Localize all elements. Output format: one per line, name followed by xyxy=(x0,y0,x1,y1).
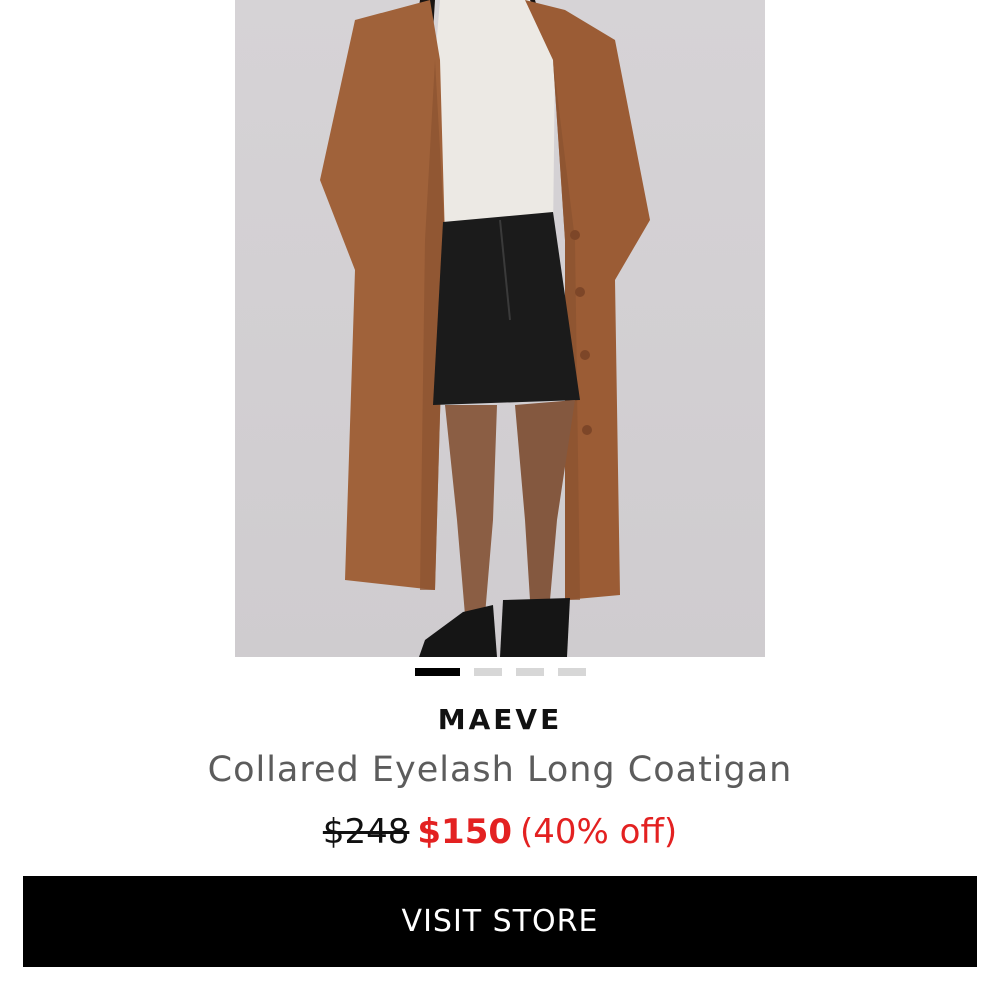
original-price: $248 xyxy=(322,812,410,852)
carousel-dot[interactable] xyxy=(473,668,502,676)
carousel-dot-active[interactable] xyxy=(414,668,460,676)
visit-store-button[interactable]: VISIT STORE xyxy=(23,876,977,967)
carousel-dot[interactable] xyxy=(515,668,544,676)
model-illustration xyxy=(320,0,650,657)
product-title: Collared Eyelash Long Coatigan xyxy=(207,750,793,790)
carousel-dot[interactable] xyxy=(557,668,586,676)
sale-price: $150 xyxy=(417,812,513,852)
brand-name: MAEVE xyxy=(437,703,563,736)
product-image[interactable] xyxy=(235,0,765,657)
discount-label: (40% off) xyxy=(520,812,678,852)
price-row: $248 $150 (40% off) xyxy=(0,812,1000,852)
product-card: MAEVE Collared Eyelash Long Coatigan $24… xyxy=(0,0,1000,1000)
carousel-indicator xyxy=(0,668,1000,676)
